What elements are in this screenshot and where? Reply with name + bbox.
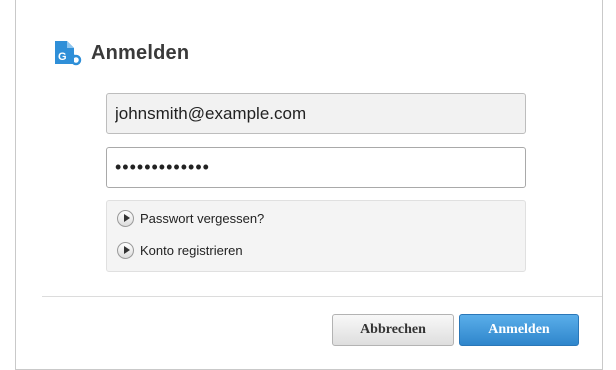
login-dialog: G Anmelden Passwort vergessen? Konto reg…	[15, 0, 603, 370]
app-logo-icon: G	[55, 41, 82, 66]
forgot-password-link[interactable]: Passwort vergessen?	[117, 208, 264, 228]
register-account-label: Konto registrieren	[140, 242, 243, 258]
svg-text:G: G	[58, 51, 67, 63]
play-arrow-icon	[117, 241, 134, 259]
dialog-title: Anmelden	[91, 41, 190, 64]
help-links-panel: Passwort vergessen? Konto registrieren	[106, 200, 526, 272]
login-button[interactable]: Anmelden	[459, 314, 579, 346]
footer-divider	[42, 296, 602, 297]
password-field[interactable]	[106, 147, 526, 188]
forgot-password-label: Passwort vergessen?	[140, 210, 265, 226]
register-account-link[interactable]: Konto registrieren	[117, 240, 243, 260]
play-arrow-icon	[117, 209, 134, 227]
dialog-header: G Anmelden	[52, 36, 189, 70]
cancel-button[interactable]: Abbrechen	[332, 314, 454, 346]
email-field[interactable]	[106, 93, 526, 134]
